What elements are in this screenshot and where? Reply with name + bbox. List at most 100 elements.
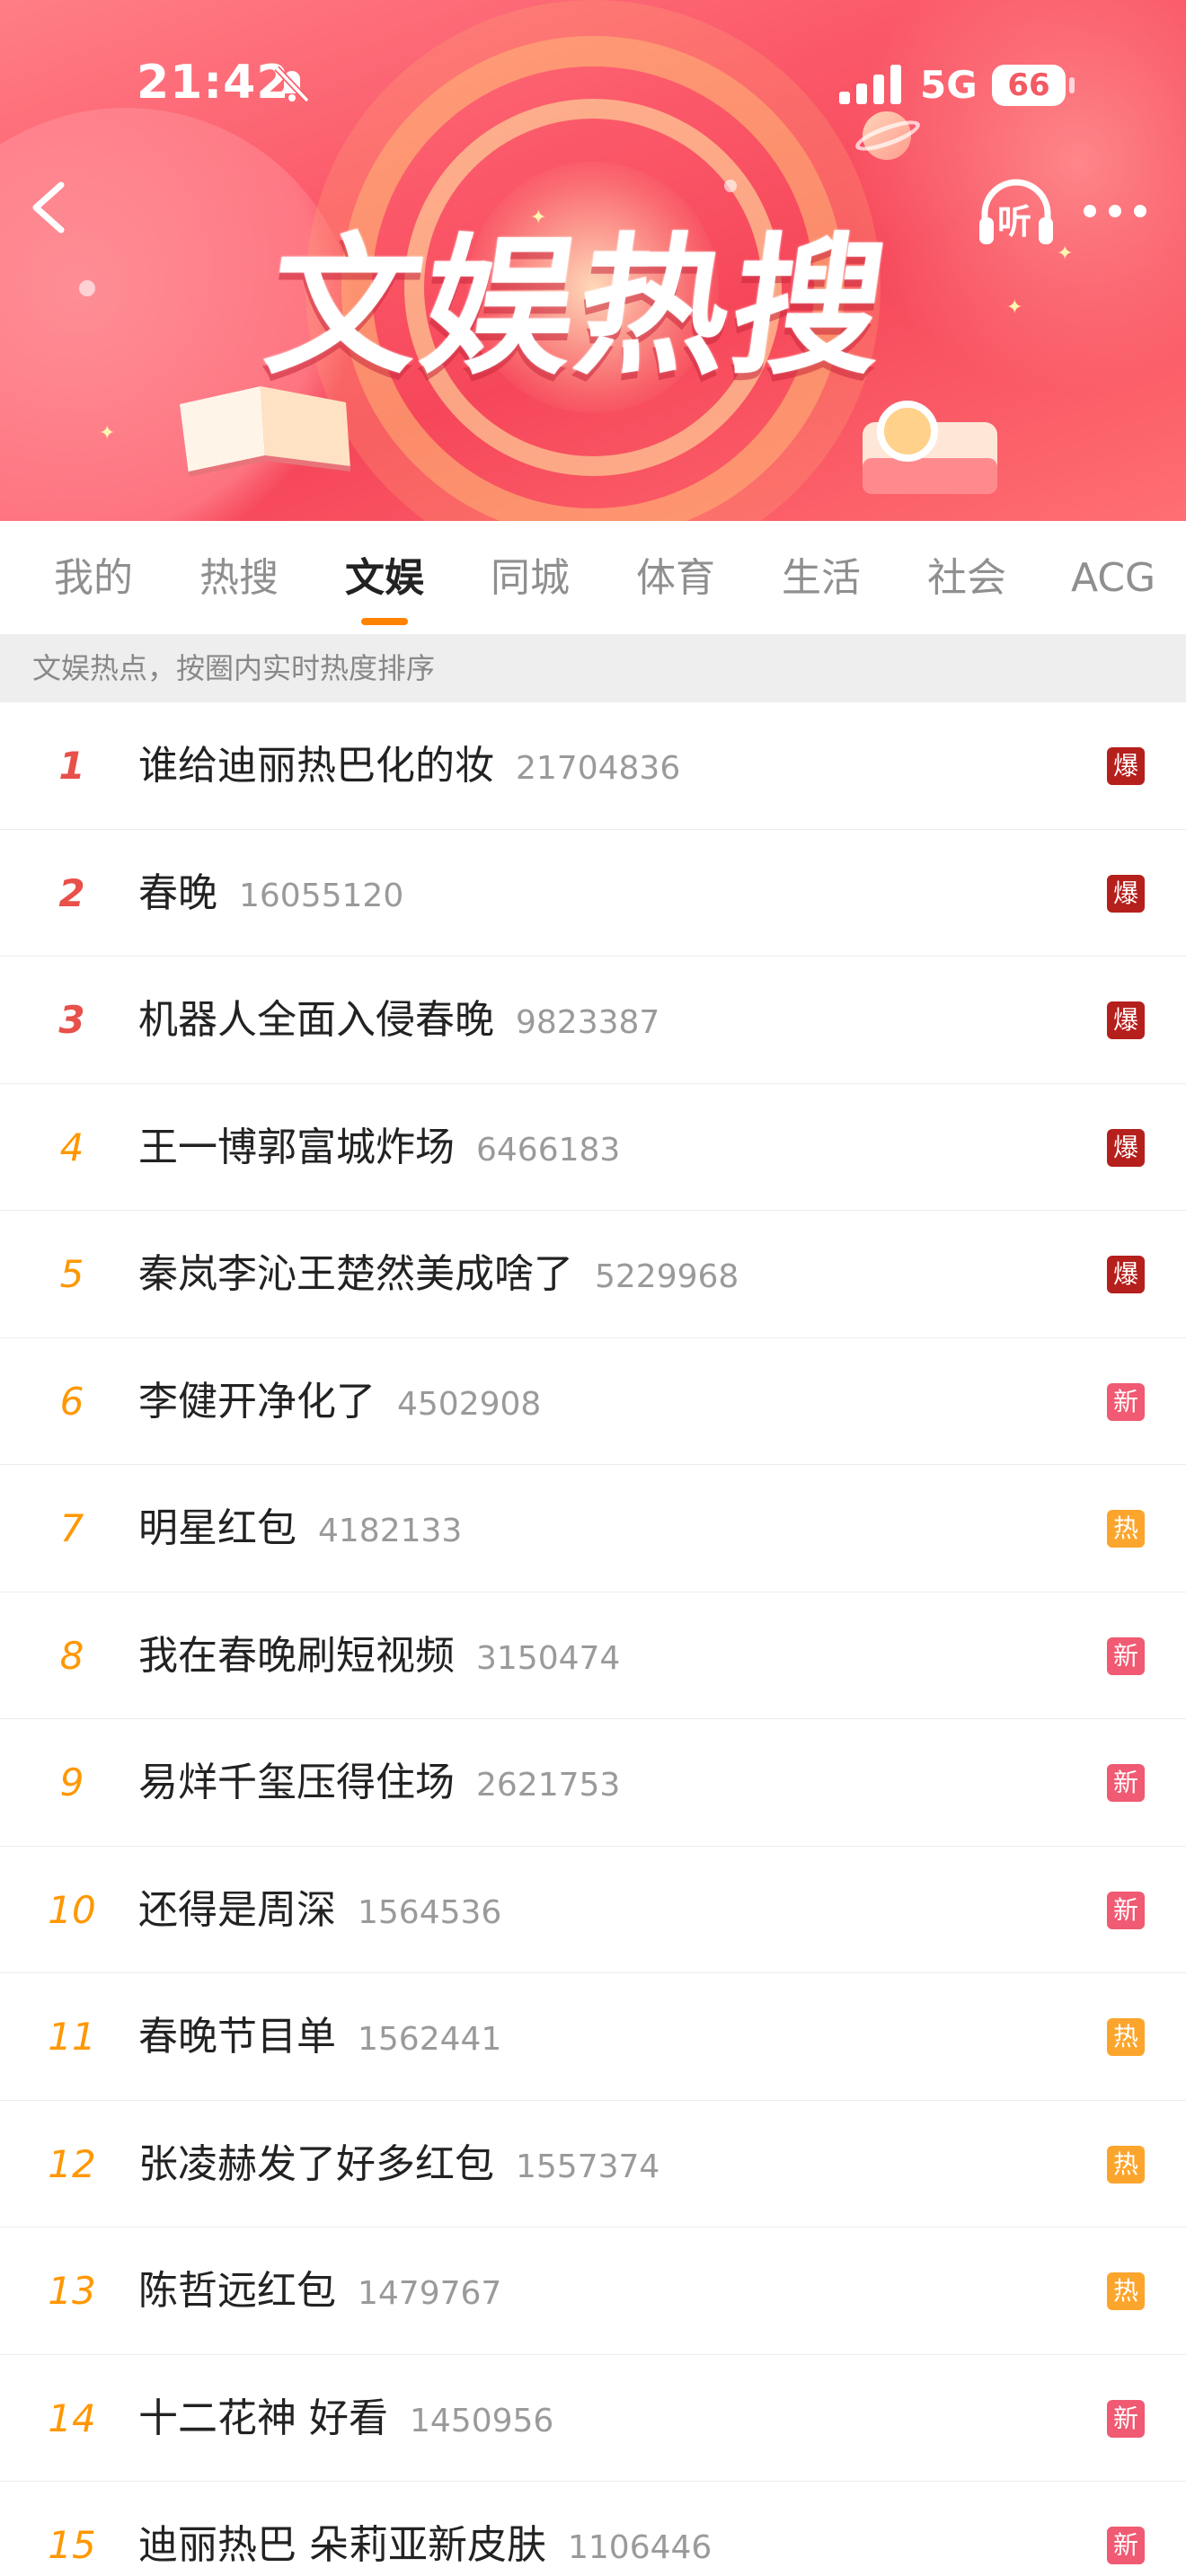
status-badge: 新 (1107, 1764, 1145, 1802)
topic-title-container: 还得是周深 1564536 (138, 1847, 501, 1973)
heat-count: 1564536 (358, 1893, 502, 1931)
hot-search-row[interactable]: 15 迪丽热巴 朵莉亚新皮肤 1106446 新 (0, 2482, 1186, 2576)
rank-number: 3 (58, 998, 85, 1042)
hot-search-row[interactable]: 1 谁给迪丽热巴化的妆 21704836 爆 (0, 702, 1186, 830)
heat-count: 9823387 (516, 1004, 660, 1041)
hot-search-row[interactable]: 11 春晚节目单 1562441 热 (0, 1973, 1186, 2101)
topic-title-container: 陈哲远红包 1479767 (138, 2228, 501, 2354)
heat-count: 21704836 (516, 750, 681, 787)
topic-title-container: 春晚节目单 1562441 (138, 1973, 501, 2100)
rank-number: 1 (58, 744, 85, 788)
topic-title: 春晚节目单 (138, 2014, 336, 2060)
topic-title: 张凌赫发了好多红包 (138, 2140, 494, 2187)
hot-search-row[interactable]: 3 机器人全面入侵春晚 9823387 爆 (0, 957, 1186, 1084)
heat-count: 2621753 (476, 1767, 621, 1804)
topic-title-container: 我在春晚刷短视频 3150474 (138, 1592, 620, 1719)
topic-title: 王一博郭富城炸场 (138, 1124, 455, 1170)
status-badge: 爆 (1107, 1128, 1145, 1167)
hot-search-row[interactable]: 6 李健开净化了 4502908 新 (0, 1338, 1186, 1465)
cellular-signal-icon (839, 65, 901, 104)
sparkle-icon: ✦ (1057, 243, 1074, 265)
active-tab-indicator (361, 618, 408, 625)
heat-count: 1450956 (410, 2402, 554, 2439)
heat-count: 1479767 (358, 2275, 502, 2312)
bell-off-icon (274, 66, 310, 103)
rank-number: 4 (59, 1125, 84, 1169)
topic-title: 李健开净化了 (138, 1378, 376, 1425)
topic-title: 秦岚李沁王楚然美成啥了 (138, 1251, 573, 1297)
rank-number: 6 (59, 1379, 84, 1424)
rank-number: 10 (48, 1887, 96, 1932)
hot-search-row[interactable]: 8 我在春晚刷短视频 3150474 新 (0, 1592, 1186, 1719)
status-badge: 爆 (1107, 747, 1145, 785)
status-badge: 新 (1107, 1891, 1145, 1929)
heat-count: 1106446 (568, 2529, 712, 2566)
camera-illustration (863, 401, 997, 494)
rank-number: 9 (59, 1760, 84, 1804)
network-type: 5G (920, 63, 978, 107)
banner-title: 文娱热搜 (257, 219, 900, 395)
battery-level: 66 (1007, 67, 1050, 103)
heat-count: 3150474 (476, 1639, 621, 1677)
listen-button[interactable]: 听 (976, 176, 1057, 250)
back-button[interactable] (20, 176, 83, 239)
listen-label: 听 (997, 202, 1032, 242)
dot-decoration (724, 180, 737, 192)
heat-count: 6466183 (476, 1131, 621, 1169)
topic-title: 明星红包 (138, 1505, 296, 1551)
topic-title-container: 王一博郭富城炸场 6466183 (138, 1084, 620, 1211)
tab-entertainment[interactable]: 文娱 (345, 551, 424, 605)
hot-search-row[interactable]: 13 陈哲远红包 1479767 热 (0, 2228, 1186, 2355)
tab-acg[interactable]: ACG (1071, 551, 1155, 605)
hot-search-row[interactable]: 7 明星红包 4182133 热 (0, 1465, 1186, 1592)
heat-count: 1557374 (516, 2148, 660, 2185)
topic-title: 谁给迪丽热巴化的妆 (138, 743, 494, 789)
hot-search-row[interactable]: 5 秦岚李沁王楚然美成啥了 5229968 爆 (0, 1211, 1186, 1338)
tab-mine[interactable]: 我的 (54, 551, 133, 605)
sparkle-icon: ✦ (1006, 296, 1023, 319)
status-badge: 热 (1107, 2272, 1145, 2310)
topic-title: 十二花神 好看 (138, 2395, 388, 2441)
rank-number: 13 (48, 2269, 96, 2313)
topic-title: 迪丽热巴 朵莉亚新皮肤 (138, 2522, 546, 2568)
category-tabs: 我的 热搜 文娱 同城 体育 生活 社会 ACG (0, 521, 1186, 634)
status-badge: 热 (1107, 2018, 1145, 2056)
battery-cap (1069, 77, 1075, 93)
chevron-left-icon (32, 181, 65, 234)
rank-number: 7 (59, 1506, 84, 1550)
status-badge: 热 (1107, 1510, 1145, 1548)
status-time: 21:42 (137, 56, 290, 110)
dot-decoration (79, 280, 95, 296)
topic-title-container: 春晚 16055120 (138, 830, 403, 957)
topic-title-container: 明星红包 4182133 (138, 1465, 462, 1592)
hot-search-row[interactable]: 2 春晚 16055120 爆 (0, 830, 1186, 957)
tab-local[interactable]: 同城 (491, 551, 570, 605)
tab-sports[interactable]: 体育 (636, 551, 715, 605)
status-badge: 新 (1107, 1382, 1145, 1421)
topic-title-container: 易烊千玺压得住场 2621753 (138, 1719, 620, 1846)
hot-search-row[interactable]: 14 十二花神 好看 1450956 新 (0, 2355, 1186, 2482)
topic-title: 我在春晚刷短视频 (138, 1632, 455, 1679)
heat-count: 5229968 (595, 1258, 739, 1295)
heat-count: 1562441 (358, 2021, 502, 2058)
tab-life[interactable]: 生活 (782, 551, 861, 605)
topic-title-container: 机器人全面入侵春晚 9823387 (138, 957, 659, 1083)
tab-hot-search[interactable]: 热搜 (199, 551, 279, 605)
hot-search-row[interactable]: 9 易烊千玺压得住场 2621753 新 (0, 1719, 1186, 1847)
status-badge: 新 (1107, 2399, 1145, 2438)
rank-number: 14 (48, 2395, 96, 2440)
hot-search-row[interactable]: 4 王一博郭富城炸场 6466183 爆 (0, 1084, 1186, 1211)
rank-number: 8 (59, 1633, 84, 1678)
hot-search-row[interactable]: 12 张凌赫发了好多红包 1557374 热 (0, 2101, 1186, 2228)
topic-title-container: 张凌赫发了好多红包 1557374 (138, 2101, 659, 2228)
hot-search-row[interactable]: 10 还得是周深 1564536 新 (0, 1847, 1186, 1973)
topic-title-container: 迪丽热巴 朵莉亚新皮肤 1106446 (138, 2482, 712, 2576)
more-options-button[interactable] (1084, 198, 1146, 225)
sparkle-icon: ✦ (99, 422, 116, 445)
status-badge: 热 (1107, 2145, 1145, 2183)
rank-number: 2 (58, 870, 85, 915)
tab-society[interactable]: 社会 (927, 551, 1006, 605)
status-badge: 爆 (1107, 874, 1145, 913)
topic-title: 易烊千玺压得住场 (138, 1760, 455, 1805)
status-bar: 21:42 5G 66 (0, 0, 1186, 171)
